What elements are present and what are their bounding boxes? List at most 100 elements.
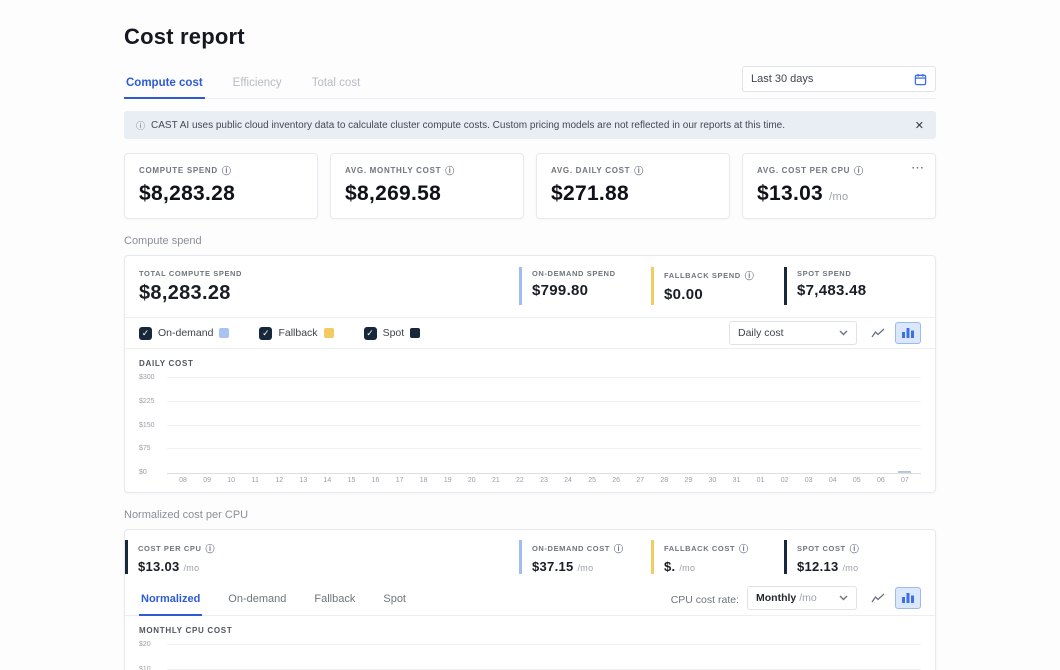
info-icon[interactable]: ⓘ	[745, 269, 755, 282]
bar	[291, 378, 315, 473]
x-axis-tick: 14	[315, 477, 339, 484]
x-axis-tick: 01	[749, 477, 773, 484]
stat-label: TOTAL COMPUTE SPEND	[139, 269, 242, 278]
tab-normalized[interactable]: Normalized	[139, 584, 202, 616]
bar	[773, 378, 797, 473]
tab-compute-cost[interactable]: Compute cost	[124, 71, 205, 99]
compute-spend-panel: TOTAL COMPUTE SPEND $8,283.28 ON-DEMAND …	[124, 255, 936, 493]
info-icon[interactable]: ⓘ	[854, 164, 864, 177]
bar	[315, 645, 339, 670]
chevron-down-icon	[839, 595, 848, 601]
info-icon[interactable]: ⓘ	[850, 542, 860, 555]
x-axis-tick: 02	[773, 477, 797, 484]
info-icon: ⓘ	[136, 119, 145, 132]
bar	[243, 645, 267, 670]
bar-chart-icon	[902, 593, 914, 603]
bar	[749, 378, 773, 473]
y-axis-tick: $20	[139, 641, 163, 648]
stat-label: ON-DEMAND SPEND	[532, 269, 616, 278]
x-axis-tick: 13	[291, 477, 315, 484]
line-chart-toggle[interactable]	[865, 587, 891, 609]
checkbox-checked-icon[interactable]: ✓	[259, 327, 272, 340]
date-range-picker[interactable]: Last 30 days	[742, 66, 936, 92]
cpu-cost-rate-label: CPU cost rate:	[671, 594, 739, 606]
tab-fallback[interactable]: Fallback	[312, 584, 357, 615]
stat-card-compute-spend: COMPUTE SPENDⓘ $8,283.28	[124, 153, 318, 219]
tab-total-cost[interactable]: Total cost	[310, 71, 363, 98]
bar	[364, 378, 388, 473]
rate-suffix: /mo	[799, 592, 817, 604]
close-icon[interactable]: ✕	[915, 119, 924, 132]
x-axis-tick: 27	[628, 477, 652, 484]
line-chart-icon	[871, 328, 885, 338]
x-axis-tick: 12	[267, 477, 291, 484]
x-axis-tick: 30	[700, 477, 724, 484]
toggle-spot[interactable]: ✓ Spot	[364, 327, 421, 340]
x-axis-tick: 17	[388, 477, 412, 484]
bar-chart-toggle[interactable]	[895, 587, 921, 609]
info-icon[interactable]: ⓘ	[614, 542, 624, 555]
tab-efficiency[interactable]: Efficiency	[231, 71, 284, 98]
bar	[893, 645, 917, 670]
x-axis-tick: 08	[171, 477, 195, 484]
cost-view-value: Daily cost	[738, 327, 784, 339]
toggle-on-demand[interactable]: ✓ On-demand	[139, 327, 229, 340]
x-axis-tick: 28	[652, 477, 676, 484]
on-demand-swatch	[219, 328, 229, 338]
chart-title: MONTHLY CPU COST	[139, 626, 921, 635]
checkbox-checked-icon[interactable]: ✓	[364, 327, 377, 340]
line-chart-toggle[interactable]	[865, 322, 891, 344]
checkbox-checked-icon[interactable]: ✓	[139, 327, 152, 340]
bar	[171, 645, 195, 670]
bar	[845, 645, 869, 670]
bar	[339, 378, 363, 473]
bar	[556, 378, 580, 473]
cpu-cost-tabs-row: Normalized On-demand Fallback Spot CPU c…	[125, 584, 935, 616]
kebab-menu-icon[interactable]: ⋯	[911, 160, 925, 176]
bar	[676, 378, 700, 473]
bar	[845, 378, 869, 473]
bar-stack-07	[898, 471, 911, 473]
bar	[652, 645, 676, 670]
stat-value: $799.80	[532, 282, 651, 299]
cost-view-select[interactable]: Daily cost	[729, 321, 857, 345]
y-axis-tick: $0	[139, 469, 163, 476]
stat-value: $.	[664, 559, 675, 574]
info-icon[interactable]: ⓘ	[205, 542, 215, 555]
bar	[700, 645, 724, 670]
info-icon[interactable]: ⓘ	[222, 164, 232, 177]
bar	[773, 645, 797, 670]
info-icon[interactable]: ⓘ	[445, 164, 455, 177]
bar	[604, 378, 628, 473]
bar	[195, 645, 219, 670]
bar	[291, 645, 315, 670]
tab-on-demand[interactable]: On-demand	[226, 584, 288, 615]
x-axis-tick: 20	[460, 477, 484, 484]
stat-card-label: AVG. COST PER CPU	[757, 166, 850, 175]
bar-segment-projected	[898, 472, 911, 473]
info-icon[interactable]: ⓘ	[634, 164, 644, 177]
stat-value: $12.13	[797, 559, 839, 574]
bar	[580, 645, 604, 670]
x-axis-labels: 0809101112131415161718192021222324252627…	[167, 474, 921, 484]
cpu-cost-rate-select[interactable]: Monthly/mo	[747, 586, 857, 610]
y-axis-tick: $150	[139, 422, 163, 429]
x-axis-tick: 15	[339, 477, 363, 484]
toggle-fallback[interactable]: ✓ Fallback	[259, 327, 333, 340]
bar-chart-toggle[interactable]	[895, 322, 921, 344]
info-icon[interactable]: ⓘ	[739, 542, 749, 555]
stat-unit: /mo	[679, 563, 695, 573]
on-demand-cost-stat: ON-DEMAND COSTⓘ $37.15 /mo	[519, 540, 651, 574]
bar	[460, 645, 484, 670]
bar	[700, 378, 724, 473]
info-banner: ⓘ CAST AI uses public cloud inventory da…	[124, 111, 936, 139]
bar	[484, 378, 508, 473]
bar	[171, 378, 195, 473]
tab-spot[interactable]: Spot	[381, 584, 408, 615]
cost-per-cpu-stat: COST PER CPUⓘ $13.03 /mo	[125, 540, 519, 574]
bar	[628, 645, 652, 670]
section-title-compute-spend: Compute spend	[124, 235, 936, 247]
x-axis-tick: 22	[508, 477, 532, 484]
spot-cost-stat: SPOT COSTⓘ $12.13 /mo	[784, 540, 935, 574]
cpu-cost-stats: COST PER CPUⓘ $13.03 /mo ON-DEMAND COSTⓘ…	[125, 530, 935, 584]
